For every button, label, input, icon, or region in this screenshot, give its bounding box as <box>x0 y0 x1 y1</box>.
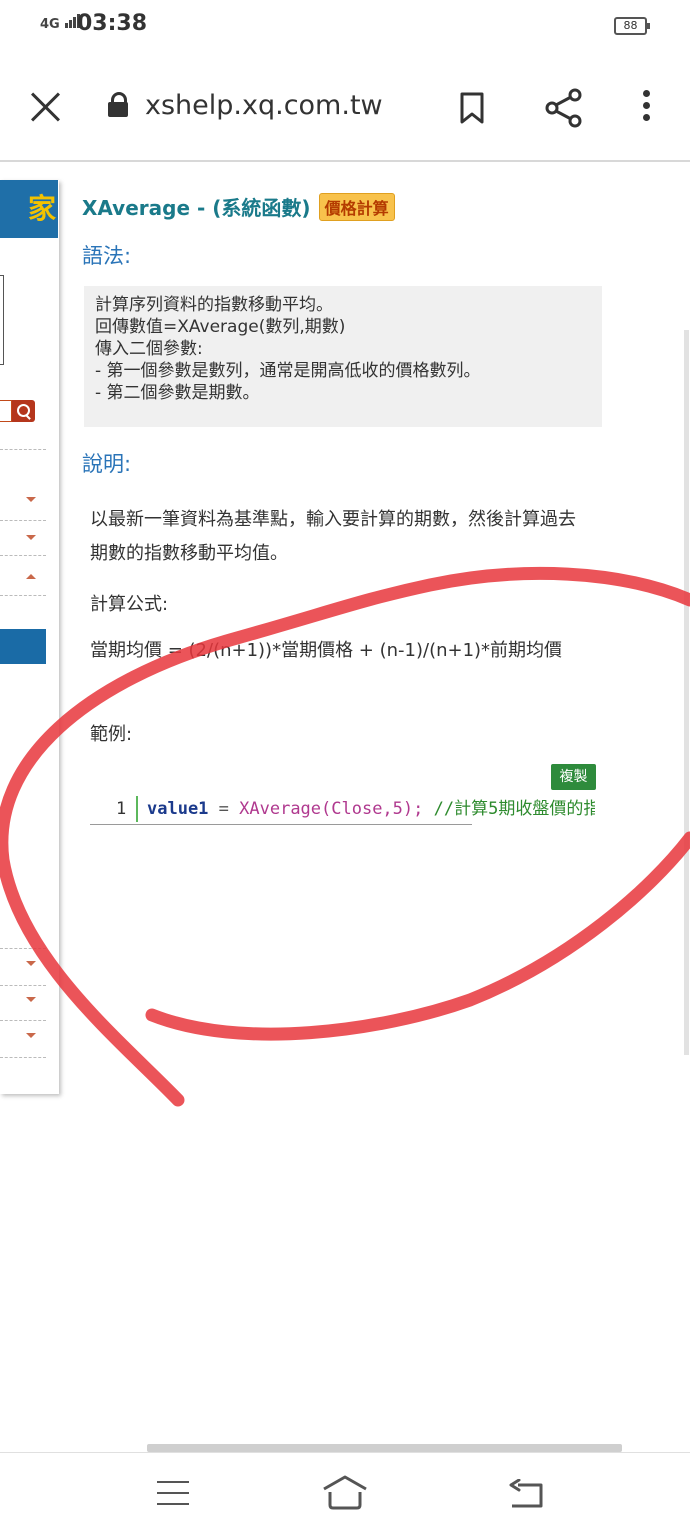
chevron-down-icon[interactable] <box>26 961 36 966</box>
syntax-line: 傳入二個參數: <box>95 339 203 359</box>
sidebar-divider <box>0 1057 46 1058</box>
example-label: 範例: <box>90 724 133 745</box>
sidebar-divider <box>0 520 46 521</box>
copy-button[interactable]: 複製 <box>551 764 596 790</box>
bookmark-icon[interactable] <box>459 92 485 124</box>
code-variable: value1 <box>147 799 209 819</box>
syntax-line: - 第二個參數是期數。 <box>95 383 260 403</box>
chevron-down-icon[interactable] <box>26 997 36 1002</box>
sidebar-item-active[interactable] <box>0 629 46 664</box>
syntax-heading: 語法: <box>82 244 132 268</box>
network-signal: 4G <box>40 14 81 32</box>
chevron-down-icon[interactable] <box>26 1033 36 1038</box>
system-nav-bar <box>0 1452 690 1533</box>
code-line-number: 1 <box>116 799 127 819</box>
formula-label: 計算公式: <box>90 594 169 615</box>
sidebar-search-input[interactable] <box>0 400 12 422</box>
sidebar-header[interactable]: 家 <box>0 180 58 238</box>
horizontal-scrollbar[interactable] <box>147 1444 622 1452</box>
sidebar-divider <box>0 595 46 596</box>
sidebar-divider <box>0 1020 46 1021</box>
search-icon[interactable] <box>12 400 35 422</box>
sidebar: 家 <box>0 180 59 1094</box>
syntax-line: - 第一個參數是數列，通常是開高低收的價格數列。 <box>95 361 481 381</box>
syntax-line: 回傳數值=XAverage(數列,期數) <box>95 317 346 337</box>
status-bar: 4G 03:38 88 <box>0 0 690 52</box>
chevron-up-icon[interactable] <box>26 574 36 579</box>
menu-icon[interactable] <box>157 1481 189 1507</box>
chevron-down-icon[interactable] <box>26 497 36 502</box>
home-icon[interactable] <box>321 1475 369 1511</box>
code-operator: = <box>208 799 240 819</box>
page-title-row: XAverage - (系統函數) 價格計算 <box>82 192 395 221</box>
share-icon[interactable] <box>544 88 584 128</box>
syntax-line: 計算序列資料的指數移動平均。 <box>95 295 333 315</box>
clock: 03:38 <box>77 11 148 36</box>
back-icon[interactable] <box>508 1479 544 1509</box>
code-line: value1 = XAverage(Close,5); //計算5期收盤價的指數… <box>147 794 595 824</box>
description-text: 以最新一筆資料為基準點，輸入要計算的期數，然後計算過去期數的指數移動平均值。 <box>90 509 576 564</box>
code-comment: //計算5期收盤價的指數移動平均 <box>433 799 595 819</box>
battery-icon: 88 <box>614 17 650 35</box>
page-title: XAverage - (系統函數) <box>82 196 311 220</box>
lock-icon <box>108 92 128 117</box>
formula-text: 當期均價 = (2/(n+1))*當期價格 + (n-1)/(n+1)*前期均價 <box>90 640 563 661</box>
code-function: XAverage(Close,5); <box>239 799 424 819</box>
url-text[interactable]: xshelp.xq.com.tw <box>145 90 383 121</box>
sidebar-divider <box>0 985 46 986</box>
code-gutter <box>136 796 138 822</box>
category-badge[interactable]: 價格計算 <box>318 192 395 221</box>
network-type: 4G <box>40 17 60 32</box>
code-block: 1 value1 = XAverage(Close,5); //計算5期收盤價的… <box>90 794 595 825</box>
sidebar-image-box <box>0 275 4 365</box>
close-icon[interactable] <box>30 90 62 122</box>
description-heading: 說明: <box>82 452 132 476</box>
more-vertical-icon[interactable] <box>640 90 652 126</box>
vertical-scrollbar[interactable] <box>684 330 689 1055</box>
syntax-box: 計算序列資料的指數移動平均。 回傳數值=XAverage(數列,期數) 傳入二個… <box>84 286 602 427</box>
code-underline <box>90 824 472 825</box>
chevron-down-icon[interactable] <box>26 535 36 540</box>
sidebar-divider <box>0 555 46 556</box>
browser-toolbar: xshelp.xq.com.tw <box>0 52 690 162</box>
sidebar-divider <box>0 948 46 949</box>
sidebar-divider <box>0 449 46 450</box>
